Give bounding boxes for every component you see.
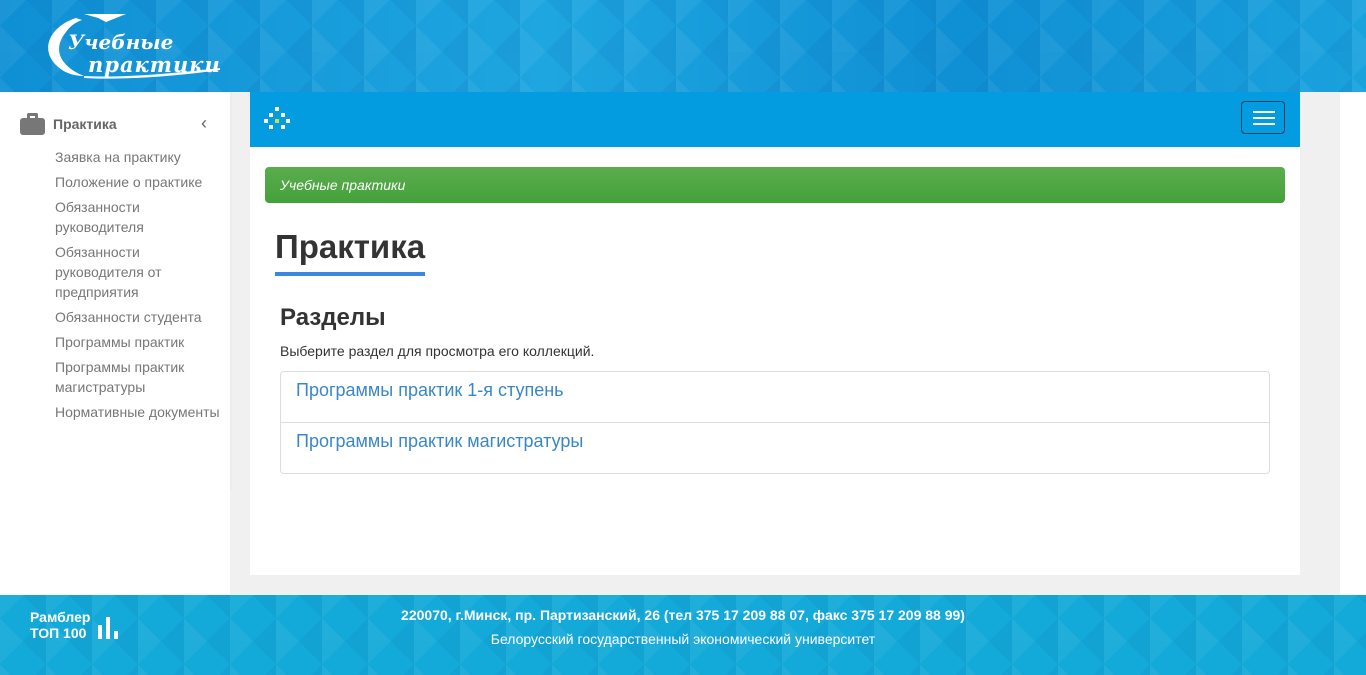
sidebar-item-supervisor-duties[interactable]: Обязанности руководителя [55, 197, 220, 237]
sections-description: Выберите раздел для просмотра его коллек… [280, 343, 595, 359]
sidebar-item-regulation[interactable]: Положение о практике [55, 172, 220, 192]
logo-text-line1: Учебные [68, 30, 174, 54]
sidebar-section-title: Практика [53, 116, 117, 132]
footer-address: 220070, г.Минск, пр. Партизанский, 26 (т… [401, 607, 965, 623]
section-link-master[interactable]: Программы практик магистратуры [296, 431, 583, 451]
sidebar-section-toggle[interactable]: Практика ‹ [20, 110, 215, 138]
chevron-left-icon[interactable]: ‹ [201, 113, 207, 134]
page-title: Практика [275, 228, 426, 276]
list-item[interactable]: Программы практик 1-я ступень [281, 372, 1269, 423]
main-panel: Учебные практики Практика Разделы Выбери… [250, 92, 1300, 575]
footer-university: Белорусский государственный экономически… [490, 631, 876, 647]
site-logo[interactable]: Учебные практики [40, 12, 230, 80]
sidebar-item-student-duties[interactable]: Обязанности студента [55, 307, 220, 327]
top-navbar [250, 92, 1300, 147]
briefcase-icon [20, 113, 45, 135]
list-item[interactable]: Программы практик магистратуры [281, 423, 1269, 473]
hamburger-menu-icon[interactable] [1241, 101, 1285, 134]
sidebar-item-application[interactable]: Заявка на практику [55, 147, 220, 167]
sidebar: Практика ‹ Заявка на практику Положение … [0, 92, 232, 490]
section-link-bachelor[interactable]: Программы практик 1-я ступень [296, 380, 564, 400]
logo-text-line2: практики [88, 52, 221, 77]
footer: Рамблер ТОП 100 220070, г.Минск, пр. Пар… [0, 595, 1366, 675]
sections-heading: Разделы [280, 304, 386, 331]
sidebar-item-normative-docs[interactable]: Нормативные документы [55, 402, 220, 422]
dots-logo-icon[interactable] [264, 107, 290, 133]
sidebar-item-programs[interactable]: Программы практик [55, 332, 220, 352]
sections-list: Программы практик 1-я ступень Программы … [280, 371, 1270, 474]
sidebar-item-master-programs[interactable]: Программы практик магистратуры [55, 357, 220, 397]
sidebar-item-enterprise-supervisor-duties[interactable]: Обязанности руководителя от предприятия [55, 242, 220, 302]
header-banner: Учебные практики [0, 0, 1366, 92]
breadcrumb[interactable]: Учебные практики [265, 167, 1285, 203]
sidebar-menu: Заявка на практику Положение о практике … [55, 147, 220, 427]
